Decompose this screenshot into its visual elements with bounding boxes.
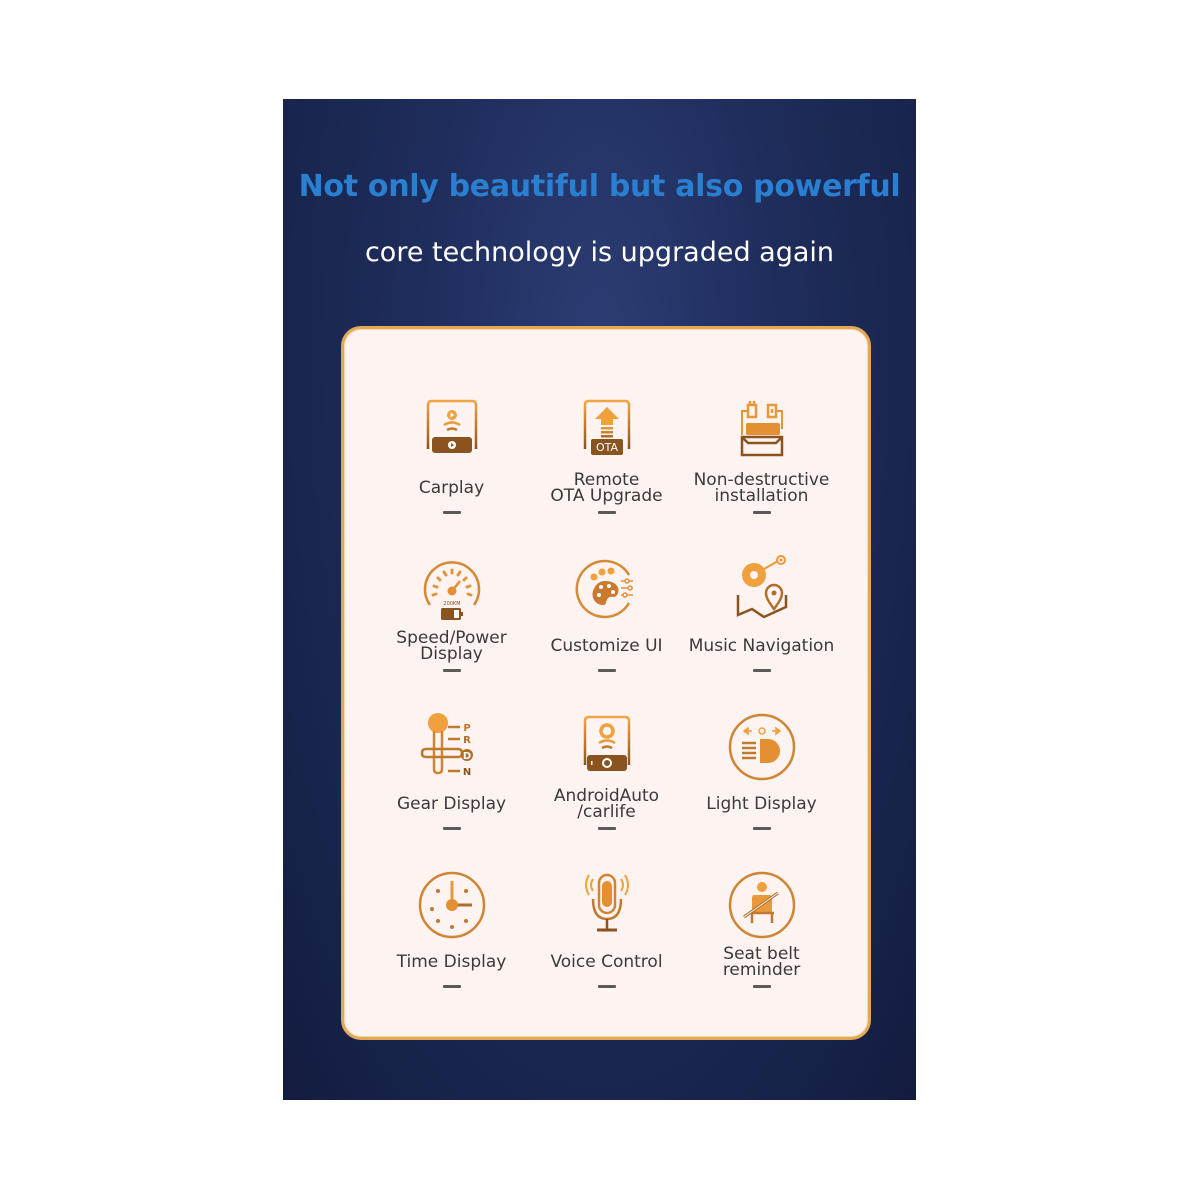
feature-gear-display: P R D N Gear Display xyxy=(374,701,529,859)
feature-label: Remote OTA Upgrade xyxy=(550,470,663,506)
gear-p: P xyxy=(463,723,470,734)
feature-label: Light Display xyxy=(706,794,817,814)
features-card: Carplay OTA Remote OTA Upgrade Non-destr… xyxy=(341,326,871,1040)
carplay-icon xyxy=(426,399,477,453)
feature-label: Customize UI xyxy=(550,636,663,656)
divider-dash xyxy=(597,827,616,830)
feature-light-display: Light Display xyxy=(684,701,839,859)
microphone-icon xyxy=(584,873,629,932)
plug-installation-icon xyxy=(740,401,783,457)
feature-time-display: Time Display xyxy=(374,859,529,1017)
feature-speed-power-display: 200KM Speed/Power Display xyxy=(374,543,529,701)
divider-dash xyxy=(597,985,616,988)
divider-dash xyxy=(597,511,616,514)
speedometer-icon: 200KM xyxy=(423,561,480,620)
feature-label: Non-destructive installation xyxy=(693,470,830,506)
seatbelt-icon xyxy=(728,871,795,939)
ota-badge: OTA xyxy=(595,441,618,454)
headline: Not only beautiful but also powerful xyxy=(298,169,901,204)
subheadline: core technology is upgraded again xyxy=(364,237,835,268)
feature-label: Voice Control xyxy=(550,952,663,972)
ota-upgrade-icon: OTA xyxy=(583,399,630,455)
features-grid: Carplay OTA Remote OTA Upgrade Non-destr… xyxy=(374,385,839,1017)
divider-dash xyxy=(597,669,616,672)
feature-voice-control: Voice Control xyxy=(529,859,684,1017)
feature-label: Time Display xyxy=(396,952,507,972)
palette-icon xyxy=(575,559,633,619)
poster: Not only beautiful but also powerful cor… xyxy=(283,99,916,1100)
divider-dash xyxy=(752,827,771,830)
gear-r: R xyxy=(463,735,471,746)
feature-customize-ui: Customize UI xyxy=(529,543,684,701)
divider-dash xyxy=(442,511,461,514)
gauge-text: 200KM xyxy=(443,601,460,607)
divider-dash xyxy=(752,669,771,672)
gear-d: D xyxy=(462,751,470,762)
feature-ota-upgrade: OTA Remote OTA Upgrade xyxy=(529,385,684,543)
divider-dash xyxy=(442,827,461,830)
music-navigation-icon xyxy=(736,555,787,619)
feature-label: Gear Display xyxy=(396,794,507,814)
gear-shift-icon: P R D N xyxy=(420,713,473,778)
divider-dash xyxy=(752,985,771,988)
feature-music-navigation: Music Navigation xyxy=(684,543,839,701)
feature-label: Speed/Power Display xyxy=(396,628,507,664)
divider-dash xyxy=(752,511,771,514)
clock-icon xyxy=(418,871,485,939)
gear-n: N xyxy=(462,767,470,778)
feature-non-destructive-installation: Non-destructive installation xyxy=(684,385,839,543)
headlight-icon xyxy=(728,713,795,781)
divider-dash xyxy=(442,985,461,988)
android-auto-icon xyxy=(583,715,630,771)
feature-label: Carplay xyxy=(418,478,485,498)
divider-dash xyxy=(442,669,461,672)
feature-carplay: Carplay xyxy=(374,385,529,543)
feature-label: AndroidAuto /carlife xyxy=(553,786,660,822)
feature-android-auto: AndroidAuto /carlife xyxy=(529,701,684,859)
feature-label: Seat belt reminder xyxy=(722,944,801,980)
feature-seatbelt-reminder: Seat belt reminder xyxy=(684,859,839,1017)
feature-label: Music Navigation xyxy=(688,636,835,656)
